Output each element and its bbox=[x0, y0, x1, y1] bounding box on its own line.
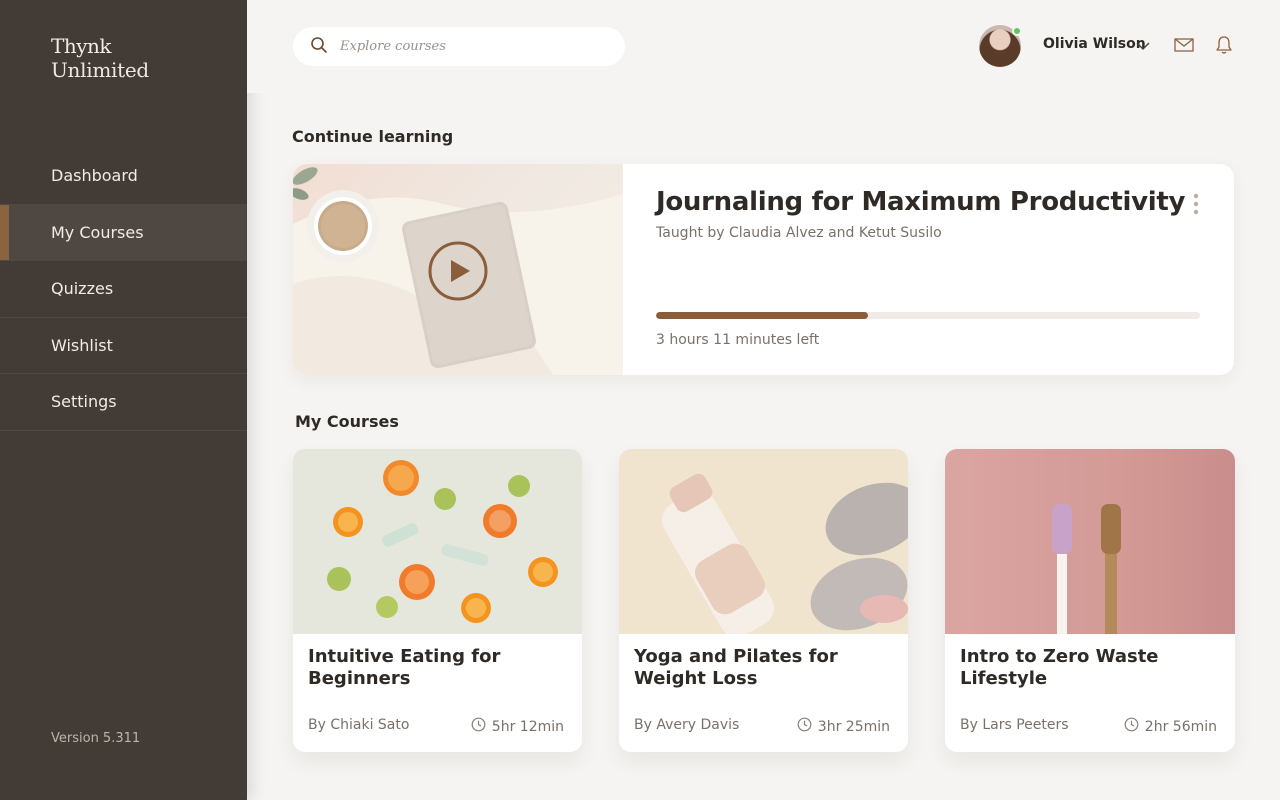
course-progress-fill bbox=[656, 312, 869, 319]
brand-logo[interactable]: Thynk Unlimited bbox=[51, 34, 149, 82]
kebab-menu-icon[interactable] bbox=[1191, 192, 1201, 216]
clock-icon bbox=[471, 717, 492, 736]
sidebar-item-label: My Courses bbox=[51, 222, 144, 242]
course-duration-label: 5hr 12min bbox=[491, 718, 564, 735]
clock-icon bbox=[1124, 717, 1145, 736]
course-image-toothbrushes[interactable] bbox=[945, 449, 1235, 634]
sidebar: Thynk Unlimited Dashboard My Courses Qui… bbox=[0, 0, 247, 800]
continue-learning-heading: Continue learning bbox=[292, 127, 454, 146]
mail-icon[interactable] bbox=[1174, 36, 1194, 54]
sidebar-nav: Dashboard My Courses Quizzes Wishlist Se… bbox=[0, 148, 247, 431]
sidebar-item-settings[interactable]: Settings bbox=[0, 374, 247, 431]
brand-line-1: Thynk bbox=[51, 34, 112, 58]
course-duration: 3hr 25min bbox=[797, 717, 890, 736]
search-bar[interactable] bbox=[293, 27, 625, 66]
course-author: By Avery Davis bbox=[634, 717, 740, 733]
course-card[interactable]: Intro to Zero Waste Lifestyle By Lars Pe… bbox=[945, 449, 1235, 752]
bell-icon[interactable] bbox=[1215, 35, 1233, 55]
sidebar-item-label: Wishlist bbox=[51, 335, 113, 355]
course-author: By Chiaki Sato bbox=[308, 717, 410, 733]
continue-course-instructors: Taught by Claudia Alvez and Ketut Susilo bbox=[656, 225, 942, 241]
time-left-label: 3 hours 11 minutes left bbox=[656, 332, 820, 348]
course-card[interactable]: Intuitive Eating for Beginners By Chiaki… bbox=[293, 449, 582, 752]
course-progress-bar bbox=[656, 312, 1200, 319]
course-duration-label: 3hr 25min bbox=[817, 718, 890, 735]
user-name[interactable]: Olivia Wilson bbox=[1043, 36, 1146, 52]
avatar[interactable] bbox=[979, 25, 1022, 67]
course-image-bottle-shoes[interactable] bbox=[619, 449, 908, 634]
sidebar-item-dashboard[interactable]: Dashboard bbox=[0, 148, 247, 205]
top-bar: Olivia Wilson bbox=[247, 0, 1280, 93]
course-duration: 5hr 12min bbox=[471, 717, 564, 736]
sidebar-item-label: Dashboard bbox=[51, 166, 138, 186]
clock-icon bbox=[797, 717, 818, 736]
sidebar-item-wishlist[interactable]: Wishlist bbox=[0, 318, 247, 374]
course-title[interactable]: Intro to Zero Waste Lifestyle bbox=[960, 646, 1220, 690]
my-courses-heading: My Courses bbox=[295, 412, 399, 431]
course-title[interactable]: Intuitive Eating for Beginners bbox=[308, 646, 568, 690]
course-duration: 2hr 56min bbox=[1124, 717, 1217, 736]
course-duration-label: 2hr 56min bbox=[1144, 718, 1217, 735]
search-icon bbox=[310, 36, 328, 58]
continue-course-title[interactable]: Journaling for Maximum Productivity bbox=[656, 187, 1185, 217]
play-icon[interactable] bbox=[427, 240, 489, 302]
course-image-citrus[interactable] bbox=[293, 449, 582, 634]
course-card[interactable]: Yoga and Pilates for Weight Loss By Aver… bbox=[619, 449, 908, 752]
course-title[interactable]: Yoga and Pilates for Weight Loss bbox=[634, 646, 894, 690]
brand-line-2: Unlimited bbox=[51, 58, 149, 82]
online-status-indicator bbox=[1012, 26, 1022, 36]
sidebar-item-quizzes[interactable]: Quizzes bbox=[0, 261, 247, 318]
chevron-down-icon[interactable] bbox=[1136, 38, 1150, 52]
course-author: By Lars Peeters bbox=[960, 717, 1069, 733]
search-input[interactable] bbox=[340, 39, 590, 54]
sidebar-item-label: Quizzes bbox=[51, 279, 114, 299]
continue-learning-card[interactable]: Journaling for Maximum Productivity Taug… bbox=[293, 164, 1234, 375]
sidebar-item-my-courses[interactable]: My Courses bbox=[0, 204, 247, 261]
version-label: Version 5.311 bbox=[51, 731, 141, 746]
sidebar-item-label: Settings bbox=[51, 392, 117, 412]
course-thumbnail[interactable] bbox=[293, 164, 623, 375]
